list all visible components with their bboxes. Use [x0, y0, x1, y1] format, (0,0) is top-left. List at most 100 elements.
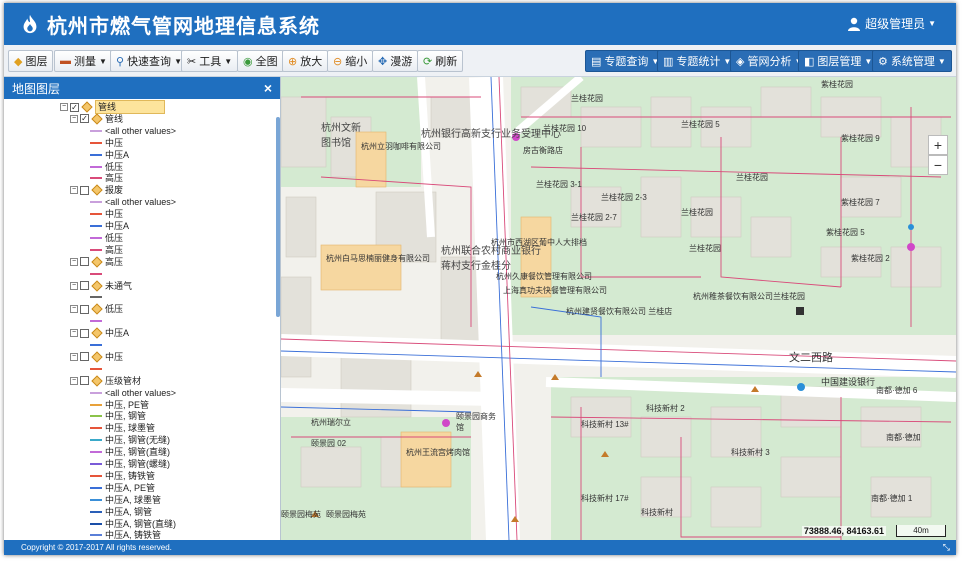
place-label: 兰桂花园: [689, 244, 721, 253]
legend-item: 中压A, 钢管(直缝): [90, 518, 176, 530]
analysis-icon: ◈: [736, 55, 745, 68]
move-icon: ✥: [378, 55, 388, 68]
place-label: 颐景园 02: [311, 439, 347, 448]
close-icon[interactable]: ×: [264, 80, 272, 96]
layer-checkbox[interactable]: ✓: [70, 102, 79, 112]
map-view[interactable]: 文二西路 杭州银行高新支行业务受理中心 杭州联合农村商业银行蒋村支行金桂分 杭州…: [281, 77, 956, 540]
layer-checkbox[interactable]: [80, 185, 89, 195]
legend-item: 中压, 钢管(螺缝): [90, 458, 170, 470]
legend-swatch: [90, 403, 102, 406]
layer-label: 中压A: [105, 149, 130, 160]
layer-checkbox[interactable]: [80, 352, 89, 362]
layer-label: 中压, 钢管(直缝): [105, 447, 170, 458]
map-label-yijingyuan-hall: 颐景园商务馆: [456, 412, 496, 432]
layer-node[interactable]: − ✓ 管线: [60, 100, 165, 114]
layer-panel-title: 地图图层: [12, 81, 61, 96]
layer-node[interactable]: − 中压A: [70, 327, 129, 339]
layer-node[interactable]: − 报废: [70, 184, 123, 196]
layer-checkbox[interactable]: [80, 376, 89, 386]
legend-item: 中压A: [90, 220, 129, 232]
user-menu[interactable]: 超级管理员 ▼: [847, 15, 936, 32]
globe-icon: ◉: [243, 55, 253, 68]
topic-query-button[interactable]: ▤ 专题查询 ▼: [585, 50, 666, 72]
layer-label: <all other values>: [105, 197, 177, 208]
layer-checkbox[interactable]: [80, 328, 89, 338]
layer-label: 中压, 球墨管: [105, 423, 156, 434]
tools-icon: ✂: [187, 55, 197, 68]
scrollbar[interactable]: [276, 117, 280, 317]
poi-label: 上海真功夫快餐管理有限公司: [503, 286, 607, 295]
legend-swatch: [90, 463, 102, 465]
layer-mgmt-button[interactable]: ◧ 图层管理 ▼: [798, 50, 879, 72]
place-label: 南都·德加 6: [876, 386, 918, 395]
layer-node[interactable]: − 未通气: [70, 279, 132, 292]
layer-checkbox[interactable]: ✓: [80, 114, 89, 124]
pan-button[interactable]: ✥ 漫游: [372, 50, 419, 72]
place-label: 兰桂花园: [736, 173, 768, 182]
legend-item: 中压: [90, 208, 123, 220]
layer-checkbox[interactable]: [80, 281, 89, 290]
layer-label: 压级管材: [105, 375, 142, 386]
measure-button[interactable]: ▬ 测量 ▼: [54, 50, 113, 72]
layer-label: 中压, 铸铁管: [105, 470, 156, 481]
collapse-toggle-icon[interactable]: −: [70, 352, 78, 361]
map-label-bank: 杭州银行高新支行业务受理中心: [421, 129, 561, 140]
layer-label: 高压: [105, 244, 124, 255]
layer-label: 中压A: [105, 328, 130, 339]
layer-node[interactable]: − 高压: [70, 256, 123, 268]
map-zoom-out-button[interactable]: −: [928, 155, 948, 175]
refresh-button[interactable]: ⟳ 刷新: [417, 50, 464, 72]
legend-swatch: [90, 248, 102, 251]
tools-button[interactable]: ✂ 工具 ▼: [181, 50, 239, 72]
full-extent-button[interactable]: ◉ 全图: [237, 50, 284, 72]
coordinate-readout: 73888.46, 84163.61: [801, 526, 886, 536]
legend-item: 中压A, 钢管: [90, 506, 152, 518]
place-label: 紫桂花园 7: [841, 198, 880, 207]
layers-button[interactable]: ◆ 图层: [8, 50, 54, 72]
layer-checkbox[interactable]: [80, 257, 89, 267]
legend-swatch: [90, 498, 102, 501]
layer-node[interactable]: − 低压: [70, 303, 123, 315]
place-label: 南都·德加: [886, 433, 921, 442]
layer-icon: [81, 101, 93, 113]
layer-node[interactable]: − 中压: [70, 351, 123, 363]
poi-label: 杭州立羽咖啡有限公司: [361, 142, 441, 151]
topic-stats-button[interactable]: ▥ 专题统计 ▼: [657, 50, 738, 72]
sys-mgmt-button[interactable]: ⚙ 系统管理 ▼: [872, 50, 952, 72]
place-label: 科技新村: [641, 508, 673, 517]
legend-swatch: [90, 510, 102, 513]
layer-label: 中压, 钢管(螺缝): [105, 459, 170, 469]
collapse-toggle-icon[interactable]: −: [70, 281, 78, 290]
map-label-store: 房古衡路店: [523, 146, 563, 155]
legend-swatch: [90, 320, 102, 323]
legend-swatch: [90, 201, 102, 204]
layer-label: 中压A, 钢管: [105, 506, 153, 517]
layer-checkbox[interactable]: [80, 304, 89, 314]
legend-swatch: [90, 141, 102, 144]
layer-label: 中压A, 铸铁管: [105, 530, 162, 540]
legend-swatch: [90, 427, 102, 430]
zoom-out-button[interactable]: ⊖ 缩小: [327, 50, 374, 72]
layer-label: 报废: [105, 185, 124, 196]
legend-item: 低压: [90, 161, 123, 173]
layer-node[interactable]: − 压级管材: [70, 375, 141, 387]
layer-node[interactable]: − ✓ 管线: [70, 113, 123, 125]
collapse-toggle-icon[interactable]: −: [70, 305, 78, 314]
layer-label: 高压: [105, 256, 124, 267]
collapse-toggle-icon[interactable]: −: [60, 103, 68, 111]
collapse-toggle-icon[interactable]: −: [70, 257, 78, 266]
user-name: 超级管理员: [865, 17, 926, 31]
legend-swatch: [90, 439, 102, 442]
layer-icon: [91, 351, 103, 363]
collapse-toggle-icon[interactable]: −: [70, 376, 78, 385]
map-zoom-in-button[interactable]: +: [928, 135, 948, 155]
zoom-in-button[interactable]: ⊕ 放大: [282, 50, 329, 72]
collapse-toggle-icon[interactable]: −: [70, 186, 78, 195]
collapse-toggle-icon[interactable]: −: [70, 114, 78, 123]
quick-query-button[interactable]: ⚲ 快速查询 ▼: [110, 50, 188, 72]
collapse-toggle-icon[interactable]: −: [70, 329, 78, 338]
pipe-analysis-button[interactable]: ◈ 管网分析▼: [730, 50, 809, 72]
layer-label: 低压: [105, 304, 124, 315]
legend-swatch: [90, 153, 102, 156]
layers-icon: ◧: [804, 55, 815, 68]
